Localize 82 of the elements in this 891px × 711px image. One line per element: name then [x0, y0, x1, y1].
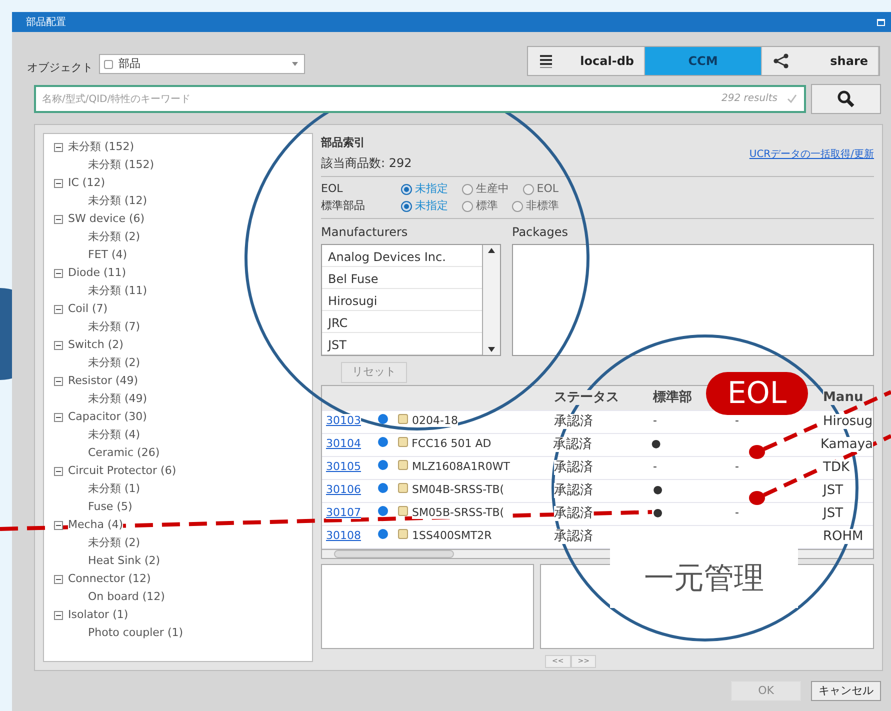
status-dot-icon	[378, 529, 388, 540]
radio-option[interactable]: EOL	[522, 181, 558, 198]
status-dot-icon	[378, 437, 388, 448]
callout-badge: EOL	[706, 372, 808, 415]
package-list[interactable]	[512, 244, 874, 356]
collapse-icon[interactable]	[54, 574, 63, 584]
dropdown-value: 部品	[118, 56, 140, 72]
manufacturer-list[interactable]: Analog Devices Inc. Bel Fuse Hirosugi JRC JST	[321, 244, 501, 356]
collapse-icon[interactable]	[54, 214, 63, 224]
collapse-icon[interactable]	[54, 142, 63, 152]
column-header: Manu	[823, 390, 864, 405]
collapse-icon[interactable]	[54, 340, 63, 350]
table-cell: MLZ1608A1R0WT	[412, 460, 510, 474]
part-id-link[interactable]: 30104	[326, 437, 361, 450]
radio-option[interactable]: 標準	[462, 198, 498, 214]
dialog-button[interactable]: キャンセル	[811, 681, 881, 701]
table-cell: 承認済	[554, 528, 593, 544]
table-cell: SM05B-SRSS-TB(	[412, 506, 504, 520]
collapse-icon[interactable]	[54, 466, 63, 476]
table-cell: SM04B-SRSS-TB(	[412, 483, 504, 496]
callout-label: 一元管理	[610, 548, 798, 608]
share-icon	[772, 53, 790, 69]
collapse-icon[interactable]	[54, 520, 63, 530]
scrollbar[interactable]	[482, 245, 500, 355]
object-dropdown[interactable]: 部品	[98, 54, 304, 74]
column-header: 標準部	[653, 390, 692, 405]
source-tab[interactable]: local-db	[528, 47, 645, 75]
radio-option[interactable]: 生産中	[462, 181, 509, 198]
list-icon	[538, 53, 554, 69]
table-cell: 承認済	[554, 506, 593, 521]
collapse-icon[interactable]	[54, 304, 63, 314]
check-icon	[786, 92, 798, 104]
radio-option[interactable]: 非標準	[512, 198, 559, 214]
tree-item[interactable]: Capacitor (30)	[68, 408, 147, 426]
status-dot-icon	[378, 506, 388, 516]
source-tab[interactable]: CCM	[645, 47, 762, 75]
package-icon	[398, 506, 408, 516]
scroll-up-icon[interactable]	[487, 247, 496, 254]
update-link[interactable]: UCRデータの一括取得/更新	[749, 147, 874, 162]
table-cell: FCC16 501 AD	[412, 437, 492, 450]
collapse-icon[interactable]	[54, 376, 63, 386]
table-cell: JST	[823, 482, 844, 498]
search-button[interactable]	[811, 84, 881, 114]
scroll-down-icon[interactable]	[487, 346, 496, 353]
package-icon	[398, 529, 408, 540]
object-label: オブジェクト	[27, 60, 93, 76]
status-dot-icon	[378, 460, 388, 470]
checkbox-icon	[104, 60, 112, 68]
table-cell: 0204-18	[412, 414, 458, 428]
package-icon	[398, 460, 408, 470]
column-header: ステータス	[554, 390, 619, 405]
part-id-link[interactable]: 30105	[326, 460, 361, 474]
table-cell: 承認済	[554, 482, 593, 498]
source-tab[interactable]: share	[762, 47, 879, 75]
collapse-icon[interactable]	[54, 178, 63, 188]
collapse-icon[interactable]	[54, 268, 63, 278]
part-id-link[interactable]: 30107	[326, 506, 361, 520]
table-cell: 承認済	[554, 460, 593, 475]
table-cell: Kamaya	[820, 436, 874, 452]
package-icon	[398, 437, 408, 448]
table-cell: JST	[823, 506, 844, 521]
search-icon	[837, 90, 855, 108]
part-id-link[interactable]: 30106	[326, 483, 361, 496]
table-cell: 承認済	[554, 414, 593, 429]
table-cell: 1SS400SMT2R	[412, 529, 492, 542]
tree-item[interactable]: Photo coupler (1)	[88, 624, 184, 642]
status-dot-icon	[378, 414, 388, 424]
table-cell: ●	[653, 483, 663, 496]
table-cell: ●	[653, 506, 663, 520]
package-icon	[398, 483, 408, 494]
table-cell: Hirosug	[823, 414, 873, 429]
table-cell: 承認済	[552, 436, 592, 452]
table-cell: ●	[651, 437, 661, 450]
status-dot-icon	[378, 483, 388, 494]
package-icon	[398, 414, 408, 424]
part-id-link[interactable]: 30108	[326, 529, 361, 542]
window-title: 部品配置	[26, 14, 66, 30]
collapse-icon[interactable]	[54, 610, 63, 620]
table-cell: ROHM	[823, 528, 864, 544]
maximize-icon[interactable]	[877, 18, 885, 26]
part-id-link[interactable]: 30103	[326, 414, 361, 428]
collapse-icon[interactable]	[54, 412, 63, 422]
